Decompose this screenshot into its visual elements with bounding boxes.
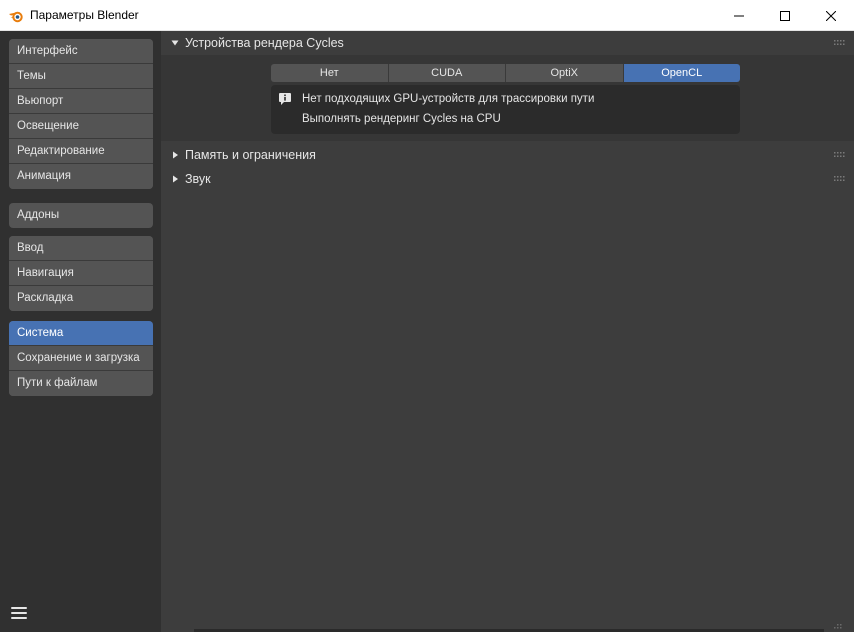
device-option-cuda[interactable]: CUDA: [388, 64, 506, 82]
blender-logo-icon: [9, 11, 23, 23]
device-option-opencl[interactable]: OpenCL: [623, 64, 740, 82]
device-selector: Нет CUDA OptiX OpenCL: [271, 64, 740, 82]
minimize-button[interactable]: [716, 0, 762, 31]
maximize-button[interactable]: [762, 0, 808, 31]
panel-header-memory-limits[interactable]: Память и ограничения: [161, 143, 854, 167]
sidebar-item-viewport[interactable]: Вьюпорт: [9, 89, 153, 114]
sidebar-item-lights[interactable]: Освещение: [9, 114, 153, 139]
maximize-icon: [780, 10, 790, 21]
nav-group-interface: Интерфейс Темы Вьюпорт Освещение Редакти…: [9, 39, 153, 189]
panel-title: Звук: [185, 172, 211, 186]
sidebar-item-interface[interactable]: Интерфейс: [9, 39, 153, 64]
device-option-optix[interactable]: OptiX: [506, 64, 624, 82]
sidebar-item-navigation[interactable]: Навигация: [9, 261, 153, 286]
sidebar-item-editing[interactable]: Редактирование: [9, 139, 153, 164]
sidebar-item-keymap[interactable]: Раскладка: [9, 286, 153, 311]
collapsed-triangle-icon: [165, 167, 185, 191]
sidebar-item-addons[interactable]: Аддоны: [9, 203, 153, 228]
info-message-line-1: Нет подходящих GPU-устройств для трассир…: [302, 93, 595, 105]
device-option-none[interactable]: Нет: [271, 64, 389, 82]
expanded-triangle-icon: [165, 31, 185, 55]
title-bar[interactable]: Параметры Blender: [0, 0, 854, 31]
sidebar-item-themes[interactable]: Темы: [9, 64, 153, 89]
minimize-icon: [734, 15, 744, 16]
main-content: Устройства рендера Cycles Нет CUDA OptiX…: [161, 31, 854, 632]
resize-corner-icon[interactable]: [832, 624, 842, 630]
panel-body-cycles-devices: Нет CUDA OptiX OpenCL Нет подходящих GPU…: [161, 55, 854, 141]
sidebar-item-animation[interactable]: Анимация: [9, 164, 153, 189]
nav-group-addons: Аддоны: [9, 203, 153, 228]
sidebar-item-file-paths[interactable]: Пути к файлам: [9, 371, 153, 396]
preferences-window: Интерфейс Темы Вьюпорт Освещение Редакти…: [0, 31, 854, 632]
hamburger-menu-icon[interactable]: [11, 605, 27, 621]
panel-title: Память и ограничения: [185, 148, 316, 162]
drag-handle-icon[interactable]: [834, 152, 846, 158]
close-button[interactable]: [808, 0, 854, 31]
panel-title: Устройства рендера Cycles: [185, 36, 344, 50]
window-title: Параметры Blender: [30, 8, 139, 22]
sidebar: Интерфейс Темы Вьюпорт Освещение Редакти…: [0, 31, 161, 632]
drag-handle-icon[interactable]: [834, 40, 846, 46]
sidebar-item-input[interactable]: Ввод: [9, 236, 153, 261]
panel-header-cycles-devices[interactable]: Устройства рендера Cycles: [161, 31, 854, 55]
drag-handle-icon[interactable]: [834, 176, 846, 182]
sidebar-item-save-load[interactable]: Сохранение и загрузка: [9, 346, 153, 371]
collapsed-triangle-icon: [165, 143, 185, 167]
close-icon: [826, 10, 836, 21]
info-icon: [279, 93, 291, 105]
info-message-box: Нет подходящих GPU-устройств для трассир…: [271, 85, 740, 134]
panel-header-sound[interactable]: Звук: [161, 167, 854, 191]
info-message-line-2: Выполнять рендеринг Cycles на CPU: [302, 113, 501, 125]
nav-group-system: Система Сохранение и загрузка Пути к фай…: [9, 321, 153, 396]
sidebar-item-system[interactable]: Система: [9, 321, 153, 346]
nav-group-input: Ввод Навигация Раскладка: [9, 236, 153, 311]
